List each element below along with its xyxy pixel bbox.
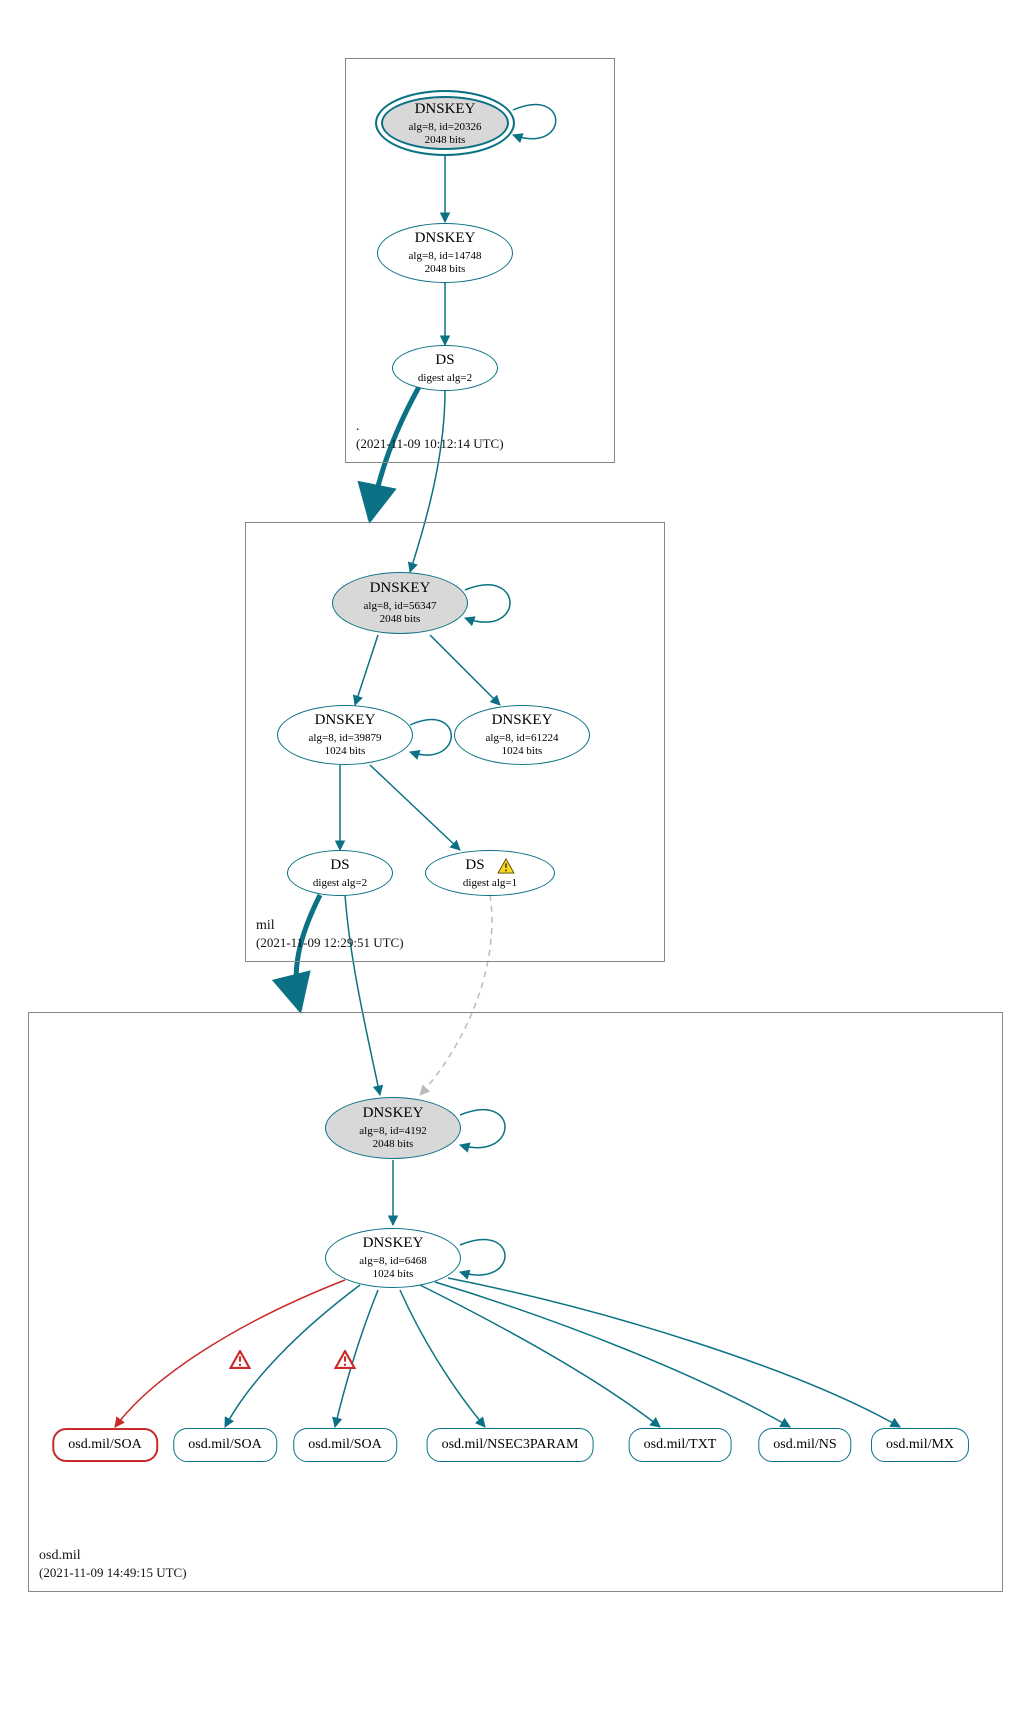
node-line3: 2048 bits [425, 263, 466, 277]
node-line3: 2048 bits [373, 1138, 414, 1152]
node-line3: 2048 bits [380, 613, 421, 627]
rrset-label: osd.mil/SOA [68, 1436, 142, 1454]
rrset-label: osd.mil/NSEC3PARAM [442, 1436, 579, 1454]
zone-osd-label: osd.mil (2021-11-09 14:49:15 UTC) [39, 1547, 187, 1583]
rrset-soa: osd.mil/SOA [293, 1428, 397, 1462]
warning-icon [229, 1350, 251, 1374]
node-title: DNSKEY [363, 1104, 424, 1123]
node-line3: 1024 bits [325, 745, 366, 759]
rrset-soa: osd.mil/SOA [173, 1428, 277, 1462]
node-line2: alg=8, id=39879 [309, 732, 382, 746]
rrset-label: osd.mil/NS [773, 1436, 836, 1454]
node-osd-zsk: DNSKEY alg=8, id=6468 1024 bits [325, 1228, 461, 1288]
node-mil-ds1: DS digest alg=2 [287, 850, 393, 896]
zone-root-label: . (2021-11-09 10:12:14 UTC) [356, 418, 504, 454]
node-title: DNSKEY [415, 229, 476, 248]
zone-osd: osd.mil (2021-11-09 14:49:15 UTC) [28, 1012, 1003, 1592]
node-root-zsk: DNSKEY alg=8, id=14748 2048 bits [377, 223, 513, 283]
rrset-label: osd.mil/SOA [308, 1436, 382, 1454]
node-title: DNSKEY [492, 711, 553, 730]
zone-name: osd.mil [39, 1548, 81, 1563]
node-mil-ksk: DNSKEY alg=8, id=56347 2048 bits [332, 572, 468, 634]
node-mil-zsk2: DNSKEY alg=8, id=61224 1024 bits [454, 705, 590, 765]
node-title: DNSKEY [370, 579, 431, 598]
zone-name: . [356, 419, 360, 434]
rrset-nsec3param: osd.mil/NSEC3PARAM [427, 1428, 594, 1462]
rrset-soa-bogus: osd.mil/SOA [52, 1428, 158, 1462]
node-line2: digest alg=1 [463, 877, 517, 891]
node-line2: alg=8, id=6468 [359, 1255, 426, 1269]
dnssec-graph: . (2021-11-09 10:12:14 UTC) mil (2021-11… [0, 0, 1031, 1711]
node-title: DS [330, 856, 349, 875]
node-line2: alg=8, id=4192 [359, 1125, 426, 1139]
node-mil-zsk: DNSKEY alg=8, id=39879 1024 bits [277, 705, 413, 765]
node-line3: 1024 bits [502, 745, 543, 759]
node-line2: alg=8, id=20326 [409, 121, 482, 135]
rrset-ns: osd.mil/NS [758, 1428, 851, 1462]
node-osd-ksk: DNSKEY alg=8, id=4192 2048 bits [325, 1097, 461, 1159]
node-line2: alg=8, id=14748 [409, 250, 482, 264]
zone-mil-ts: (2021-11-09 12:29:51 UTC) [256, 935, 404, 950]
node-root-ds: DS digest alg=2 [392, 345, 498, 391]
rrset-label: osd.mil/TXT [644, 1436, 717, 1454]
node-line3: 2048 bits [425, 134, 466, 148]
node-line2: alg=8, id=56347 [364, 600, 437, 614]
zone-osd-ts: (2021-11-09 14:49:15 UTC) [39, 1565, 187, 1580]
rrset-label: osd.mil/MX [886, 1436, 954, 1454]
node-title: DNSKEY [363, 1234, 424, 1253]
node-mil-ds2: DS digest alg=1 [425, 850, 555, 896]
node-root-ksk: DNSKEY alg=8, id=20326 2048 bits [375, 90, 515, 156]
node-title: DS [465, 856, 484, 875]
node-line3: 1024 bits [373, 1268, 414, 1282]
warning-icon [334, 1350, 356, 1374]
node-title: DS [435, 351, 454, 370]
zone-name: mil [256, 918, 275, 933]
node-title: DNSKEY [415, 100, 476, 119]
node-line2: alg=8, id=61224 [486, 732, 559, 746]
zone-mil-label: mil (2021-11-09 12:29:51 UTC) [256, 917, 404, 953]
rrset-txt: osd.mil/TXT [629, 1428, 732, 1462]
zone-root-ts: (2021-11-09 10:12:14 UTC) [356, 436, 504, 451]
node-title: DNSKEY [315, 711, 376, 730]
node-line2: digest alg=2 [313, 877, 367, 891]
rrset-mx: osd.mil/MX [871, 1428, 969, 1462]
node-line2: digest alg=2 [418, 372, 472, 386]
warning-icon [497, 858, 515, 874]
rrset-label: osd.mil/SOA [188, 1436, 262, 1454]
